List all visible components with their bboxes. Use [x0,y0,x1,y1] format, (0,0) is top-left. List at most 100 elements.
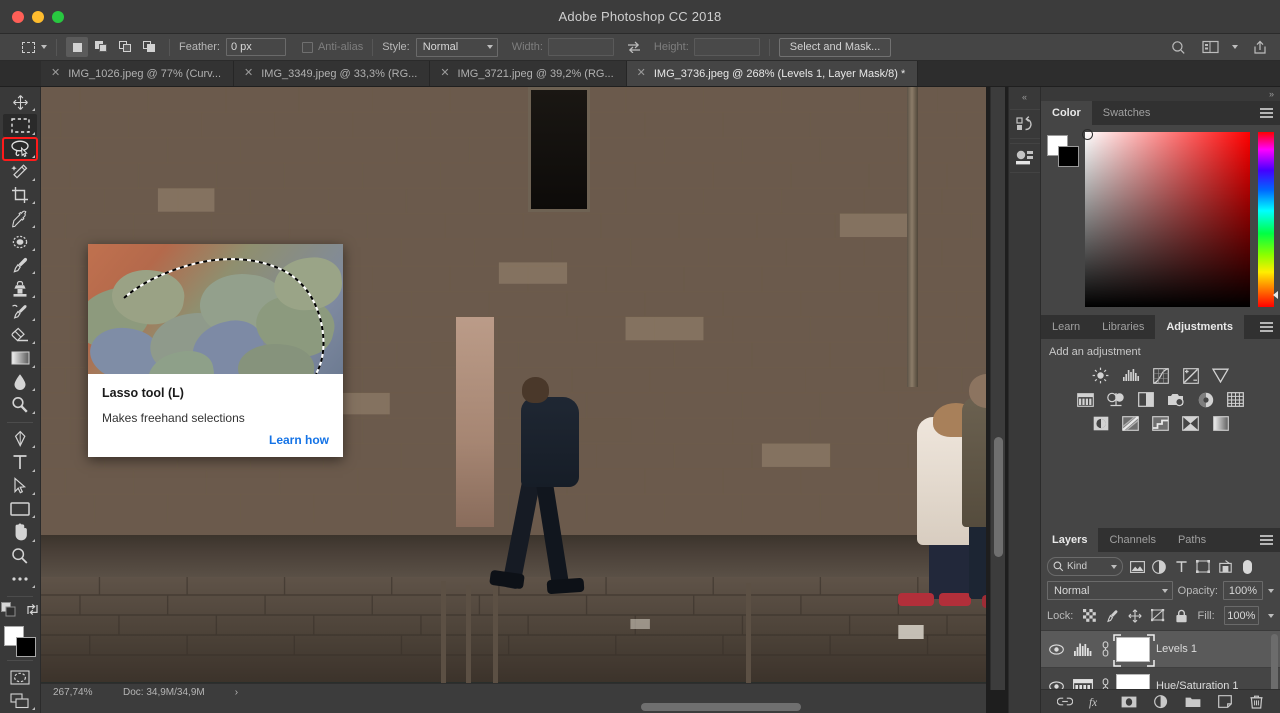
brush-tool[interactable] [3,254,37,276]
blur-tool[interactable] [3,371,37,393]
eraser-tool[interactable] [3,324,37,346]
spot-healing-brush-tool[interactable] [3,231,37,253]
mask-link-icon[interactable] [1100,641,1110,657]
adjustment-layers-filter-icon[interactable] [1151,559,1167,575]
minimize-button[interactable] [32,10,44,23]
history-brush-tool[interactable] [3,301,37,323]
style-select[interactable]: Normal [415,37,498,57]
black-white-icon[interactable] [1136,391,1155,408]
tab-swatches[interactable]: Swatches [1092,101,1162,125]
shape-layers-filter-icon[interactable] [1195,559,1211,575]
layer-name[interactable]: Levels 1 [1156,643,1197,655]
type-layers-filter-icon[interactable] [1173,559,1189,575]
tab-paths[interactable]: Paths [1167,528,1217,552]
layer-row-levels-1[interactable]: Levels 1 [1041,631,1280,668]
canvas-vertical-scrollbar[interactable] [990,87,1005,690]
invert-icon[interactable] [1091,415,1110,432]
panel-menu-icon[interactable] [1260,101,1273,125]
gradient-map-icon[interactable] [1181,415,1200,432]
zoom-button[interactable] [52,10,64,23]
chevron-down-icon[interactable] [1268,588,1274,593]
search-icon[interactable] [1168,37,1188,57]
curves-icon[interactable] [1151,367,1170,384]
default-foreground-background-icon[interactable] [1,601,16,620]
brightness-contrast-icon[interactable] [1091,367,1110,384]
chevron-double-left-icon[interactable]: « [1009,89,1040,105]
zoom-tool[interactable] [3,545,37,567]
dodge-tool[interactable] [3,394,37,416]
layer-list[interactable]: Levels 1 Hue/Saturation 1 [1041,630,1280,689]
tab-adjustments[interactable]: Adjustments [1155,315,1244,339]
height-input[interactable] [693,38,760,56]
history-icon[interactable] [1009,109,1040,139]
document-tab[interactable]: ✕ IMG_1026.jpeg @ 77% (Curv... [41,61,235,86]
layer-name[interactable]: Hue/Saturation 1 [1156,680,1239,689]
tab-layers[interactable]: Layers [1041,528,1099,552]
panel-menu-icon[interactable] [1260,315,1273,339]
lock-all-icon[interactable] [1174,608,1188,624]
layer-list-scrollbar-thumb[interactable] [1271,634,1278,689]
crop-tool[interactable] [3,184,37,206]
feather-input[interactable]: 0 px [225,38,286,56]
hue-slider-handle[interactable] [1273,291,1278,299]
canvas-horizontal-scrollbar[interactable] [41,700,986,713]
blend-mode-select[interactable]: Normal [1047,581,1173,600]
color-panel-swatches[interactable] [1047,135,1079,167]
canvas-area[interactable]: Lasso tool (L) Makes freehand selections… [41,87,1008,713]
document-tab-active[interactable]: ✕ IMG_3736.jpeg @ 268% (Levels 1, Layer … [626,61,919,86]
learn-how-link[interactable]: Learn how [102,433,329,447]
levels-icon[interactable] [1121,367,1140,384]
eyedropper-tool[interactable] [3,207,37,229]
close-button[interactable] [12,10,24,23]
lock-transparent-pixels-icon[interactable] [1082,608,1096,624]
chevron-down-icon[interactable] [41,45,47,49]
lock-position-icon[interactable] [1128,608,1142,624]
width-input[interactable] [547,38,614,56]
share-icon[interactable] [1250,37,1270,57]
workspace-icon[interactable] [1200,37,1220,57]
document-tab[interactable]: ✕ IMG_3721.jpeg @ 39,2% (RG... [430,61,627,86]
hue-saturation-icon[interactable] [1076,391,1095,408]
close-icon[interactable]: ✕ [51,68,60,79]
layer-row-hue-saturation-1[interactable]: Hue/Saturation 1 [1041,668,1280,689]
path-selection-tool[interactable] [3,475,37,497]
magic-wand-tool[interactable] [3,161,37,183]
link-layers-icon[interactable] [1056,694,1073,710]
close-icon[interactable]: ✕ [637,68,646,79]
layer-style-icon[interactable]: fx [1089,694,1105,710]
tab-libraries[interactable]: Libraries [1091,315,1155,339]
chevron-double-right-icon[interactable]: » [1041,87,1280,101]
hue-slider[interactable] [1258,132,1278,307]
selective-color-icon[interactable] [1211,415,1230,432]
color-lookup-icon[interactable] [1226,391,1245,408]
photo-filter-icon[interactable] [1166,391,1185,408]
add-to-selection-button[interactable] [90,37,112,57]
channel-mixer-icon[interactable] [1196,391,1215,408]
swap-dimensions-icon[interactable] [624,37,644,57]
document-tab[interactable]: ✕ IMG_3349.jpeg @ 33,3% (RG... [234,61,431,86]
background-color-swatch[interactable] [1058,146,1079,167]
gradient-tool[interactable] [3,347,37,369]
clone-stamp-tool[interactable] [3,277,37,299]
fill-value[interactable]: 100% [1223,606,1259,625]
quick-mask-mode-icon[interactable] [3,666,37,688]
color-field-picker[interactable] [1082,129,1250,307]
layer-mask-thumbnail[interactable] [1113,633,1155,667]
select-and-mask-button[interactable]: Select and Mask... [778,37,892,57]
exposure-icon[interactable] [1181,367,1200,384]
add-layer-mask-icon[interactable] [1121,694,1137,710]
screen-mode-icon[interactable] [3,690,37,712]
zoom-level[interactable]: 267,74% [41,687,123,698]
edit-toolbar-tool[interactable] [3,568,37,590]
color-balance-icon[interactable] [1106,391,1125,408]
type-tool[interactable] [3,451,37,473]
scrollbar-thumb[interactable] [994,437,1003,557]
mask-link-icon[interactable] [1100,678,1110,689]
intersect-with-selection-button[interactable] [138,37,160,57]
new-layer-icon[interactable] [1217,694,1233,710]
status-chevron-icon[interactable]: › [235,687,238,698]
layer-visibility-toggle[interactable] [1047,680,1066,689]
lasso-tool[interactable] [2,136,38,161]
active-tool-preset[interactable] [18,37,47,57]
new-group-icon[interactable] [1185,694,1201,710]
